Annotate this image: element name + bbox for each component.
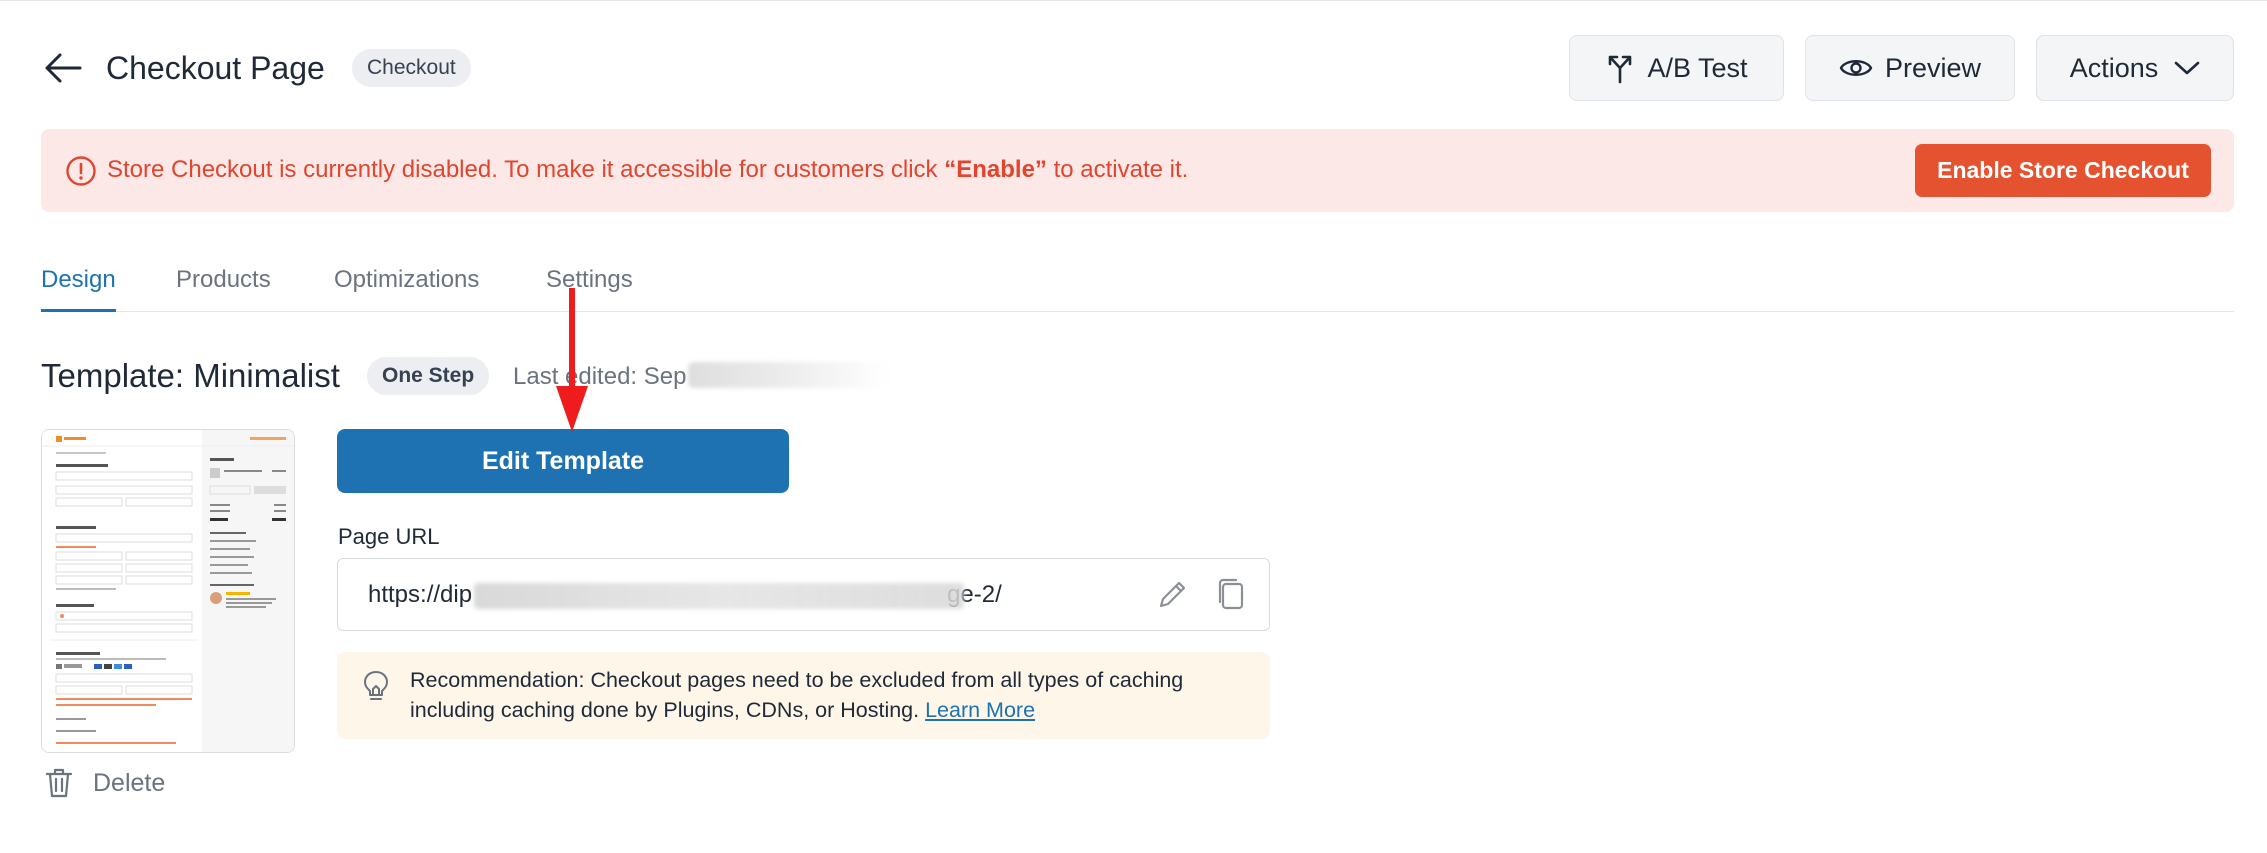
preview-button[interactable]: Preview <box>1805 35 2015 101</box>
back-button[interactable] <box>40 48 86 88</box>
caching-recommendation: Recommendation: Checkout pages need to b… <box>337 652 1270 739</box>
eye-icon <box>1839 60 1873 76</box>
page-url-start: https://dip <box>368 581 473 608</box>
edit-template-button[interactable]: Edit Template <box>337 429 789 493</box>
template-thumbnail[interactable] <box>41 429 295 753</box>
checkout-disabled-alert: Store Checkout is currently disabled. To… <box>41 129 2234 212</box>
pencil-icon[interactable] <box>1156 577 1190 611</box>
actions-dropdown[interactable]: Actions <box>2036 35 2234 101</box>
redacted-url <box>474 583 964 609</box>
alert-text-emphasis: “Enable” <box>944 156 1047 183</box>
alert-text-before: Store Checkout is currently disabled. To… <box>107 156 945 183</box>
tab-bar: Design Products Optimizations Settings <box>41 258 2234 312</box>
template-preview-image <box>42 430 294 752</box>
tab-design[interactable]: Design <box>41 266 116 312</box>
preview-label: Preview <box>1884 52 1982 83</box>
tab-optimizations[interactable]: Optimizations <box>334 266 479 312</box>
trash-icon <box>45 768 73 798</box>
last-edited: Last edited: Sep <box>513 363 687 390</box>
lightbulb-icon <box>364 671 388 700</box>
chevron-down-icon <box>2174 61 2200 75</box>
actions-label: Actions <box>2069 52 2159 83</box>
info-circle-icon <box>66 156 96 186</box>
page-header: Checkout Page Checkout A/B Test Preview … <box>0 0 2267 130</box>
tab-settings[interactable]: Settings <box>546 266 633 312</box>
redacted-date <box>688 362 888 388</box>
step-badge: One Step <box>367 357 490 395</box>
template-title: Template: Minimalist <box>41 357 340 394</box>
page-url-field[interactable]: https://dip ge-2/ <box>337 558 1270 631</box>
recommendation-text: Recommendation: Checkout pages need to b… <box>410 665 1250 725</box>
copy-icon[interactable] <box>1214 577 1248 611</box>
tab-products[interactable]: Products <box>176 266 271 312</box>
alert-message: Store Checkout is currently disabled. To… <box>107 153 1188 187</box>
delete-template-button[interactable]: Delete <box>45 767 165 799</box>
ab-test-button[interactable]: A/B Test <box>1569 35 1784 101</box>
split-arrows-icon <box>1609 55 1632 84</box>
page-type-badge: Checkout <box>352 49 471 87</box>
arrow-left-icon <box>45 53 82 83</box>
page-url-label: Page URL <box>338 524 440 549</box>
recommendation-message: Recommendation: Checkout pages need to b… <box>410 668 1184 722</box>
alert-text-after: to activate it. <box>1046 156 1189 183</box>
learn-more-link[interactable]: Learn More <box>925 698 1035 722</box>
enable-store-checkout-button[interactable]: Enable Store Checkout <box>1915 144 2211 197</box>
page-title: Checkout Page <box>106 50 325 86</box>
ab-test-label: A/B Test <box>1647 52 1748 83</box>
delete-label: Delete <box>93 768 166 797</box>
